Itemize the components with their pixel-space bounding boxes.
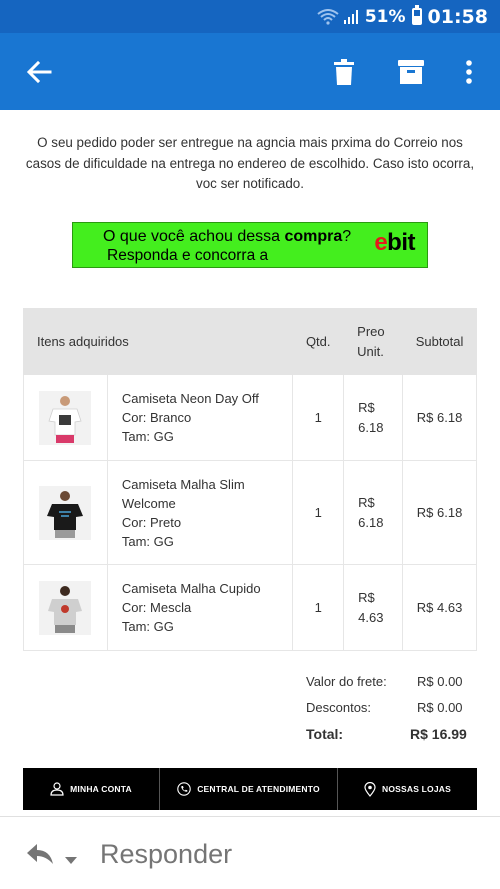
discount-label: Descontos: [306, 700, 372, 715]
my-account-link[interactable]: MINHA CONTA [23, 768, 159, 810]
product-qty: 1 [292, 374, 345, 461]
product-qty: 1 [292, 460, 345, 565]
trash-icon[interactable] [320, 33, 368, 110]
table-header-row: Itens adquiridos Qtd. Preo Unit. Subtotal [22, 308, 477, 375]
total-label: Total: [306, 726, 344, 742]
product-name: Camiseta Malha Cupido Cor: Mescla Tam: G… [106, 564, 294, 651]
header-unit-price: Preo Unit. [343, 308, 404, 375]
location-pin-icon [364, 781, 376, 797]
support-center-link[interactable]: CENTRAL DE ATENDIMENTO [159, 768, 337, 810]
reply-bar: Responder [0, 816, 500, 889]
ebit-logo: ebit [374, 229, 415, 256]
battery-icon [411, 5, 422, 25]
status-bar: 51% 01:58 [0, 0, 500, 33]
shipping-label: Valor do frete: [306, 674, 387, 689]
reply-button[interactable]: Responder [100, 839, 232, 870]
shipping-value: R$ 0.00 [417, 674, 463, 689]
product-name: Camiseta Malha Slim Welcome Cor: Preto T… [106, 460, 294, 565]
product-subtotal: R$ 6.18 [402, 460, 477, 565]
more-vert-icon[interactable] [445, 33, 493, 110]
delivery-notice: O seu pedido poder ser entregue na agnci… [25, 135, 475, 191]
shipping-row: Valor do frete: R$ 0.00 [0, 674, 500, 694]
product-unit-price: R$ 4.63 [343, 564, 404, 651]
user-icon [50, 782, 64, 796]
ebit-answer: Responda e concorra a [107, 247, 269, 264]
table-row: Camiseta Malha Cupido Cor: Mescla Tam: G… [23, 564, 477, 651]
signal-icon [343, 9, 358, 24]
total-value: R$ 16.99 [410, 726, 467, 742]
order-items-table: Itens adquiridos Qtd. Preo Unit. Subtotal… [22, 308, 477, 651]
wifi-icon [317, 8, 339, 25]
archive-icon[interactable] [387, 33, 435, 110]
product-subtotal: R$ 4.63 [402, 564, 477, 651]
product-unit-price: R$ 6.18 [343, 460, 404, 565]
product-image [39, 485, 92, 540]
product-unit-price: R$ 6.18 [343, 374, 404, 461]
table-row: Camiseta Malha Slim Welcome Cor: Preto T… [23, 460, 477, 565]
product-image [39, 390, 92, 445]
header-subtotal: Subtotal [402, 308, 477, 375]
product-subtotal: R$ 6.18 [402, 374, 477, 461]
battery-percent: 51% [364, 6, 406, 27]
product-image [39, 580, 92, 635]
reply-icon[interactable] [26, 843, 54, 870]
header-qty: Qtd. [292, 308, 345, 375]
clock: 01:58 [427, 5, 488, 28]
ebit-question: O que você achou dessa compra? [103, 228, 352, 245]
table-row: Camiseta Neon Day Off Cor: Branco Tam: G… [23, 374, 477, 461]
discount-value: R$ 0.00 [417, 700, 463, 715]
chevron-down-icon[interactable] [65, 852, 77, 870]
ebit-survey-banner[interactable]: O que você achou dessa compra? Responda … [72, 222, 428, 268]
product-qty: 1 [292, 564, 345, 651]
header-items: Itens adquiridos [22, 308, 294, 375]
back-arrow-icon[interactable] [15, 33, 63, 110]
our-stores-link[interactable]: NOSSAS LOJAS [337, 768, 477, 810]
app-bar [0, 33, 500, 110]
phone-icon [177, 782, 191, 796]
discount-row: Descontos: R$ 0.00 [0, 700, 500, 720]
product-name: Camiseta Neon Day Off Cor: Branco Tam: G… [106, 374, 294, 461]
footer-nav: MINHA CONTA CENTRAL DE ATENDIMENTO NOSSA… [23, 768, 477, 810]
total-row: Total: R$ 16.99 [0, 726, 500, 746]
